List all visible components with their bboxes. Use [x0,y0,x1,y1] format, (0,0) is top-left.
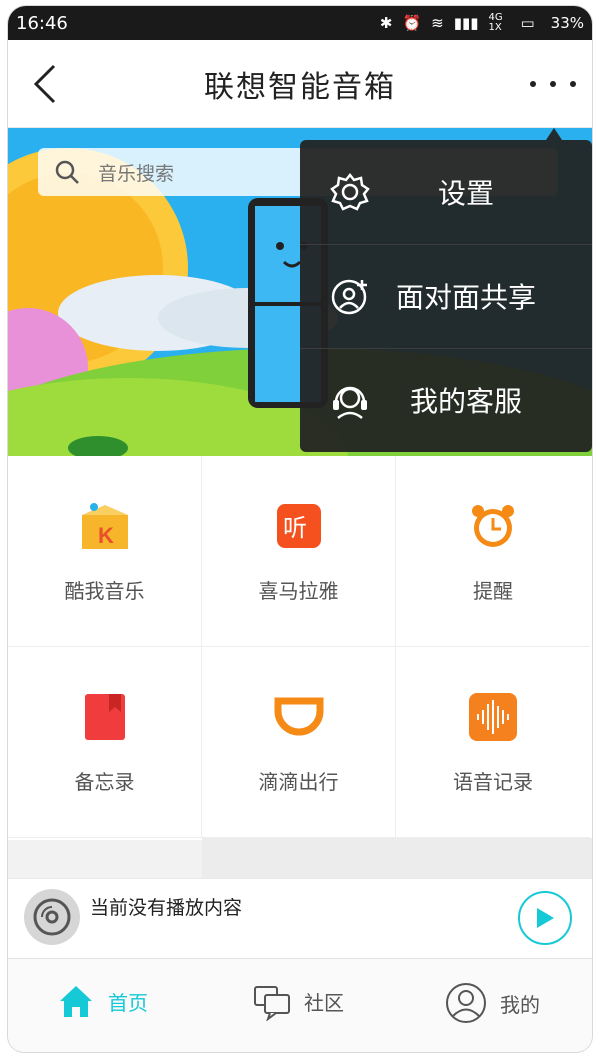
mini-player[interactable]: 当前没有播放内容 [8,878,592,958]
battery-icon: ▭ [520,14,535,32]
menu-item-label: 我的客服 [409,385,522,418]
feature-grid: K 酷我音乐 听 喜马拉雅 提醒 备忘录 滴滴出行 语音记录 [8,456,592,840]
bluetooth-icon: ✱ [379,14,393,32]
grid-item-label: 语音记录 [453,769,533,794]
disc-icon [24,889,80,945]
grid-item-label: 提醒 [473,578,513,603]
page-title: 联想智能音箱 [204,69,396,105]
grid-item-voice-record[interactable]: 语音记录 [396,647,590,838]
menu-item-face-share[interactable]: 面对面共享 [300,244,592,348]
tab-label: 首页 [108,990,148,1015]
signal-icon: ▮▮▮ [453,14,479,32]
menu-item-customer-service[interactable]: 我的客服 [300,348,592,452]
ximalaya-icon: 听 [272,499,326,553]
grid-item-ximalaya[interactable]: 听 喜马拉雅 [202,456,396,647]
grid-item-label: 滴滴出行 [258,769,339,794]
now-playing-status: 当前没有播放内容 [90,897,243,919]
tab-community[interactable]: 社区 [252,981,344,1021]
phone-screen: 16:46 ✱ ⏰ ≋ ▮▮▮ 4G 1X ▭ 33% 联想智能音箱 音乐搜索 … [8,6,592,1052]
tab-label: 社区 [304,990,344,1015]
status-icons: ✱ ⏰ ≋ ▮▮▮ 4G 1X ▭ 33% [380,13,584,33]
tab-home[interactable]: 首页 [56,981,148,1021]
grid-spacer [202,838,592,878]
grid-item-reminder[interactable]: 提醒 [396,456,590,647]
grid-item-label: 备忘录 [74,769,135,794]
alarm-clock-icon [466,499,520,553]
voice-record-icon [466,690,520,744]
grid-item-label: 喜马拉雅 [258,578,339,603]
kuwo-music-icon: K [78,499,132,553]
bottom-tab-bar: 首页 社区 我的 [8,958,592,1052]
app-header: 联想智能音箱 [8,40,592,128]
grid-item-kuwo[interactable]: K 酷我音乐 [8,456,202,647]
grid-item-label: 酷我音乐 [64,578,145,603]
svg-text:K: K [98,523,114,548]
tab-label: 我的 [500,992,540,1017]
play-button[interactable] [518,891,572,945]
community-chat-icon [254,986,290,1021]
memo-bookmark-icon [78,690,132,744]
status-time: 16:46 [16,12,68,34]
menu-item-label: 面对面共享 [395,281,536,314]
more-dots-icon[interactable] [530,72,576,96]
tab-profile[interactable]: 我的 [444,981,540,1025]
svg-text:听: 听 [283,514,307,542]
search-icon [55,160,79,184]
network-label: 4G 1X [488,12,503,33]
search-placeholder: 音乐搜索 [98,162,175,185]
battery-percent: 33% [550,14,584,32]
menu-item-settings[interactable]: 设置 [300,140,592,244]
wifi-icon: ≋ [431,14,444,32]
play-icon [537,908,554,928]
menu-item-label: 设置 [437,177,494,210]
overflow-menu: 设置 面对面共享 我的客服 [300,128,592,452]
alarm-icon: ⏰ [402,14,422,32]
grid-item-didi[interactable]: 滴滴出行 [202,647,396,838]
grid-item-memo[interactable]: 备忘录 [8,647,202,838]
status-bar: 16:46 ✱ ⏰ ≋ ▮▮▮ 4G 1X ▭ 33% [8,6,592,40]
home-icon [60,986,92,1017]
didi-icon [272,690,326,744]
back-arrow-icon[interactable] [30,64,60,104]
profile-icon [446,983,486,1023]
